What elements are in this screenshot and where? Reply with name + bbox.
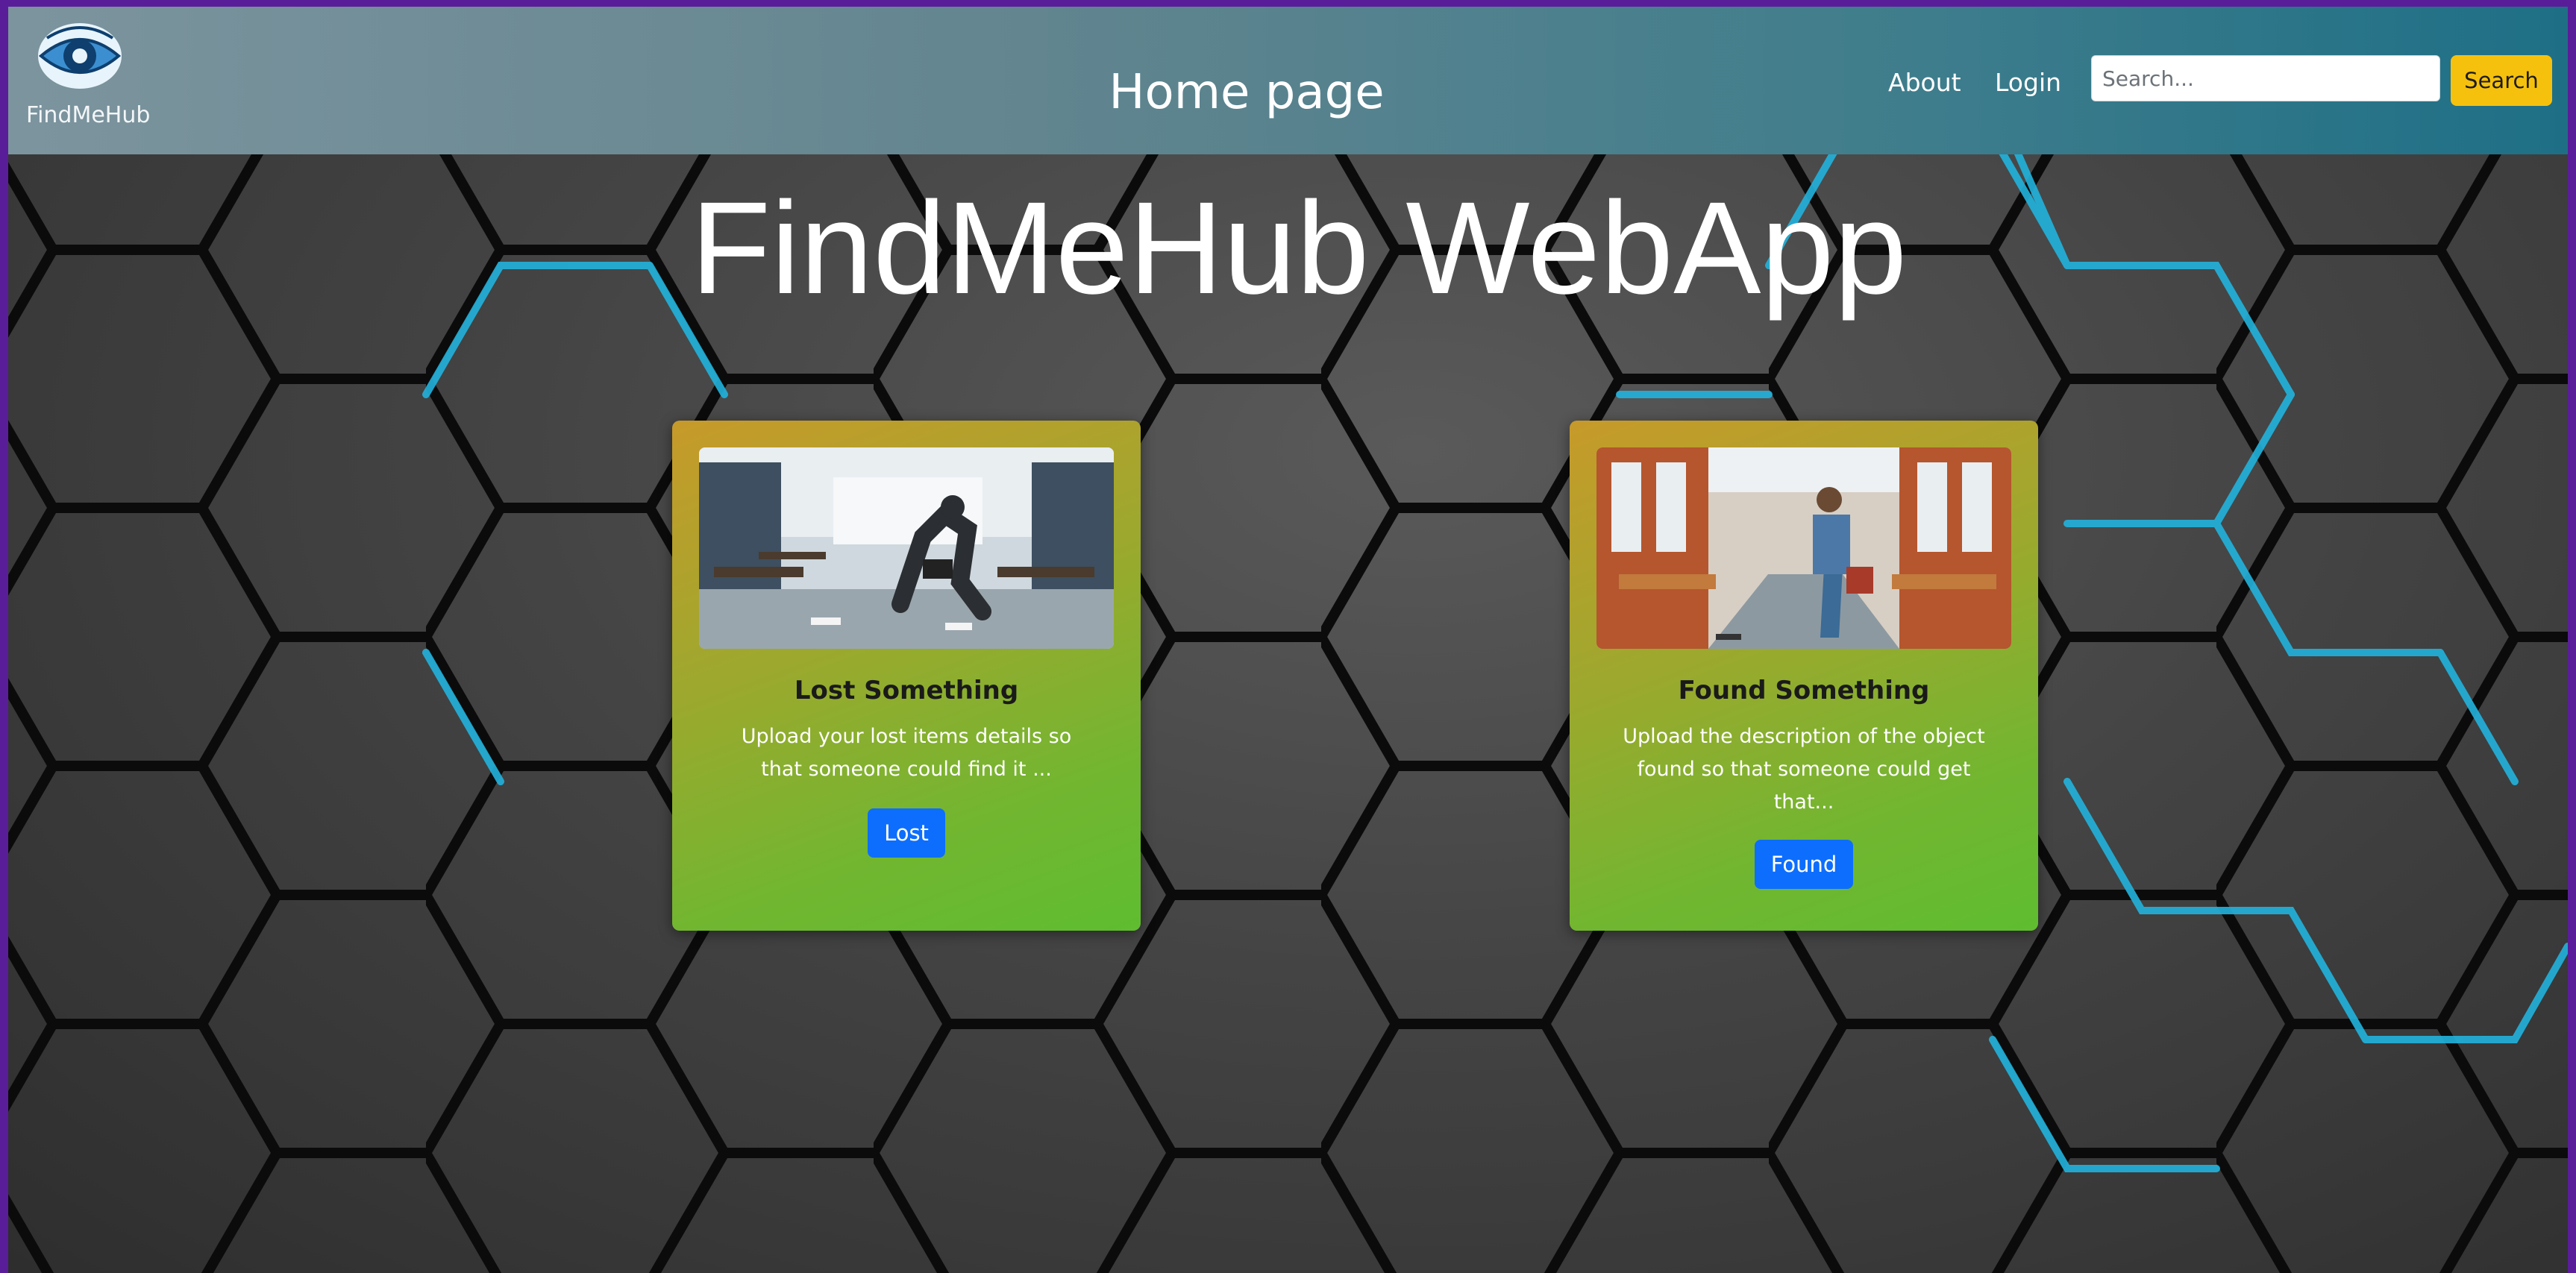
nav-link-about[interactable]: About	[1888, 68, 1961, 97]
brand-logo[interactable]: FindMeHub	[26, 22, 153, 133]
found-card-text: Upload the description of the object fou…	[1623, 725, 1985, 814]
brand-name: FindMeHub	[26, 102, 151, 128]
lost-button[interactable]: Lost	[868, 808, 945, 858]
hero-title: FindMeHub WebApp	[690, 175, 1908, 321]
app-window: FindMeHub Home page About Login Search F…	[8, 7, 2568, 1273]
top-navbar: FindMeHub Home page About Login Search	[8, 7, 2568, 154]
found-button[interactable]: Found	[1755, 840, 1853, 889]
lost-card: Lost Something Upload your lost items de…	[672, 421, 1141, 931]
found-card-image	[1596, 447, 2011, 649]
lost-card-text: Upload your lost items details so that s…	[741, 725, 1072, 781]
eye-logo-icon	[38, 23, 122, 89]
found-card: Found Something Upload the description o…	[1570, 421, 2038, 931]
found-card-title: Found Something	[1678, 676, 1930, 705]
search-button[interactable]: Search	[2451, 55, 2552, 106]
page-title: Home page	[1109, 65, 1385, 120]
lost-card-title: Lost Something	[794, 676, 1019, 705]
nav-link-login[interactable]: Login	[1995, 68, 2061, 97]
lost-card-image	[699, 447, 1114, 649]
search-input[interactable]	[2091, 55, 2440, 101]
